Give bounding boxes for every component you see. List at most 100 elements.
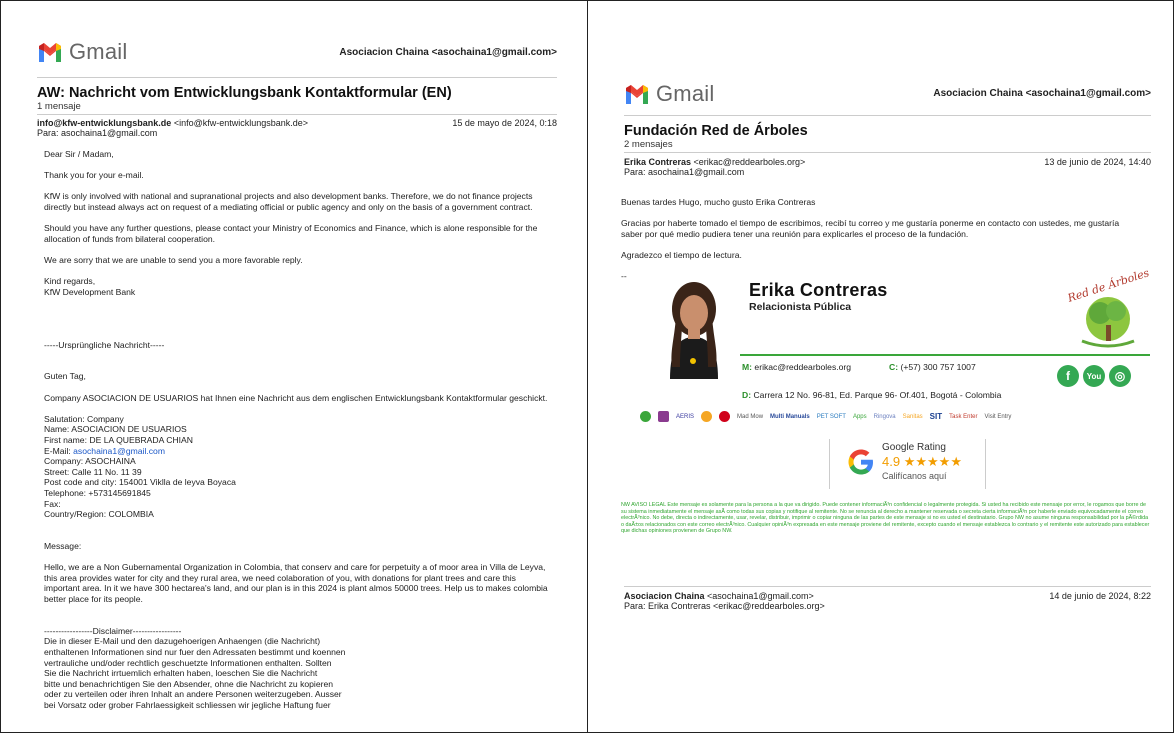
sender-name: Erika Contreras <box>624 157 692 167</box>
sender-address: <info@kfw-entwicklungsbank.de> <box>173 118 309 128</box>
email-link[interactable]: asochaina1@gmail.com <box>73 446 165 456</box>
body-paragraph: Company: ASOCHAINA <box>44 456 136 467</box>
cell-line: C: (+57) 300 757 1007 <box>889 362 976 372</box>
reply-sender-name: Asociacion Chaina <box>624 591 705 601</box>
body-paragraph: Salutation: Company <box>44 413 124 424</box>
reply-divider <box>624 586 1151 587</box>
rating-cta[interactable]: Califícanos aquí <box>882 471 962 481</box>
body-paragraph <box>44 520 549 531</box>
body-paragraph <box>44 160 549 171</box>
legal-notice: NW AVISO LEGAL Este mensaje es solamente… <box>621 502 1150 535</box>
body-paragraph: Post code and city: 154001 Viklla de ley… <box>44 477 236 488</box>
gmail-logo: Gmail <box>37 39 127 65</box>
subject-divider <box>624 152 1151 153</box>
body-paragraph: KfW Development Bank <box>44 286 136 297</box>
body-paragraph: Name: ASOCIACION DE USUARIOS <box>44 424 187 435</box>
signature-photo <box>650 277 738 379</box>
email-date: 15 de mayo de 2024, 0:18 <box>452 118 557 128</box>
body-paragraph <box>44 297 549 308</box>
body-paragraph: We are sorry that we are unable to send … <box>44 254 303 265</box>
partner-logo: PET SOFT <box>816 413 846 420</box>
gmail-header: Gmail <box>37 39 127 65</box>
sender-name: info@kfw-entwicklungsbank.de <box>37 118 172 128</box>
cell-phone[interactable]: (+57) 300 757 1007 <box>900 362 975 372</box>
body-paragraph: Message: <box>44 540 82 551</box>
body-paragraph <box>44 350 549 361</box>
body-paragraph <box>44 329 549 340</box>
partner-logo-icon <box>658 411 669 422</box>
partner-logo: Mad Mow <box>737 413 764 420</box>
body-paragraph: Buenas tardes Hugo, mucho gusto Erika Co… <box>621 197 816 207</box>
subject-divider <box>37 114 557 115</box>
gmail-m-icon <box>39 43 61 62</box>
body-paragraph <box>621 208 1141 219</box>
mobile-label: M: <box>742 362 753 372</box>
rating-separator-right <box>985 439 986 489</box>
body-paragraph: Country/Region: COLOMBIA <box>44 509 154 520</box>
partner-logo-icon <box>719 411 731 422</box>
body-paragraph: vertrauliche und/oder rechtlich geschuet… <box>44 657 332 668</box>
body-paragraph: -----------------Disclaimer-------------… <box>44 625 182 636</box>
rating-title: Google Rating <box>882 442 946 453</box>
partner-logo: Apps <box>852 413 867 420</box>
address-line: D: Carrera 12 No. 96-81, Ed. Parque 96- … <box>742 390 1001 400</box>
rating-separator-left <box>829 439 830 489</box>
message-count: 1 mensaje <box>37 101 81 112</box>
rating-text: Google Rating 4.9 ★★★★★ Califícanos aquí <box>882 442 962 481</box>
right-email-page: Gmail Asociacion Chaina <asochaina1@gmai… <box>587 0 1174 733</box>
body-paragraph: Should you have any further questions, p… <box>44 223 538 244</box>
address-value: Carrera 12 No. 96-81, Ed. Parque 96- Of.… <box>753 390 1002 400</box>
gmail-wordmark: Gmail <box>69 39 128 64</box>
signature-role: Relacionista Pública <box>749 301 852 313</box>
gmail-logo: Gmail <box>624 81 714 107</box>
youtube-icon[interactable]: You <box>1083 365 1105 387</box>
partner-logo: Ringova <box>873 413 896 420</box>
cell-label: C: <box>889 362 899 372</box>
email-subject: Fundación Red de Árboles <box>624 123 808 139</box>
body-paragraph <box>44 403 549 414</box>
header-divider <box>624 115 1151 116</box>
signature-name: Erika Contreras <box>749 280 888 300</box>
email-line: E-Mail: asochaina1@gmail.com <box>44 446 549 457</box>
partner-logo: SIT <box>929 412 943 421</box>
email-subject: AW: Nachricht vom Entwicklungsbank Konta… <box>37 85 452 101</box>
email-body: Dear Sir / Madam, Thank you for your e-ma… <box>44 149 549 710</box>
mobile-line: M: erikac@reddearboles.org <box>742 362 851 372</box>
body-paragraph: enthaltenen Informationen sind nur fuer … <box>44 646 346 657</box>
star-icons: ★★★★★ <box>903 454 962 469</box>
body-paragraph: Company ASOCIACION DE USUARIOS hat Ihnen… <box>44 392 548 403</box>
body-paragraph: Die in dieser E-Mail und den dazugehoeri… <box>44 636 321 647</box>
email-label: E-Mail: <box>44 445 74 456</box>
body-paragraph: -----Ursprüngliche Nachricht----- <box>44 339 165 350</box>
body-paragraph <box>44 319 549 330</box>
body-paragraph: Dear Sir / Madam, <box>44 149 114 159</box>
recipient-line: Para: asochaina1@gmail.com <box>624 167 745 177</box>
sender-line: info@kfw-entwicklungsbank.de <info@kfw-e… <box>37 118 308 128</box>
body-lines: Buenas tardes Hugo, mucho gusto Erika Co… <box>621 197 1141 282</box>
instagram-icon[interactable]: ◎ <box>1109 365 1131 387</box>
body-paragraph <box>44 530 549 541</box>
mobile-email[interactable]: erikac@reddearboles.org <box>754 362 851 372</box>
body-paragraph <box>44 615 549 626</box>
body-paragraph: Sie die Nachricht irrtuemlich erhalten h… <box>44 668 318 679</box>
rating-score-line: 4.9 ★★★★★ <box>882 454 962 470</box>
body-paragraph: Agradezco el tiempo de lectura. <box>621 249 742 260</box>
google-rating[interactable]: Google Rating 4.9 ★★★★★ Califícanos aquí <box>846 442 962 481</box>
body-paragraph: Kind regards, <box>44 276 96 287</box>
body-paragraph <box>621 261 1141 272</box>
rating-score: 4.9 <box>882 454 901 469</box>
partner-logo: Visit Entry <box>984 413 1012 420</box>
gmail-wordmark: Gmail <box>656 81 715 106</box>
body-paragraph: bei Vorsatz oder grober Fahrlaessigkeit … <box>44 699 331 710</box>
body-paragraph: Guten Tag, <box>44 371 86 382</box>
partner-logo: Multi Manuals <box>770 413 810 420</box>
account-owner: Asociacion Chaina <asochaina1@gmail.com> <box>933 88 1151 99</box>
facebook-icon[interactable]: f <box>1057 365 1079 387</box>
partner-logo-icon <box>640 411 651 422</box>
left-email-page: Gmail Asociacion Chaina <asochaina1@gmai… <box>0 0 588 733</box>
body-paragraph: First name: DE LA QUEBRADA CHIAN <box>44 435 193 446</box>
reply-sender-address: <asochaina1@gmail.com> <box>707 591 814 601</box>
body-paragraph <box>44 382 549 393</box>
reply-date: 14 de junio de 2024, 8:22 <box>1049 591 1151 601</box>
gmail-m-icon <box>626 85 648 104</box>
